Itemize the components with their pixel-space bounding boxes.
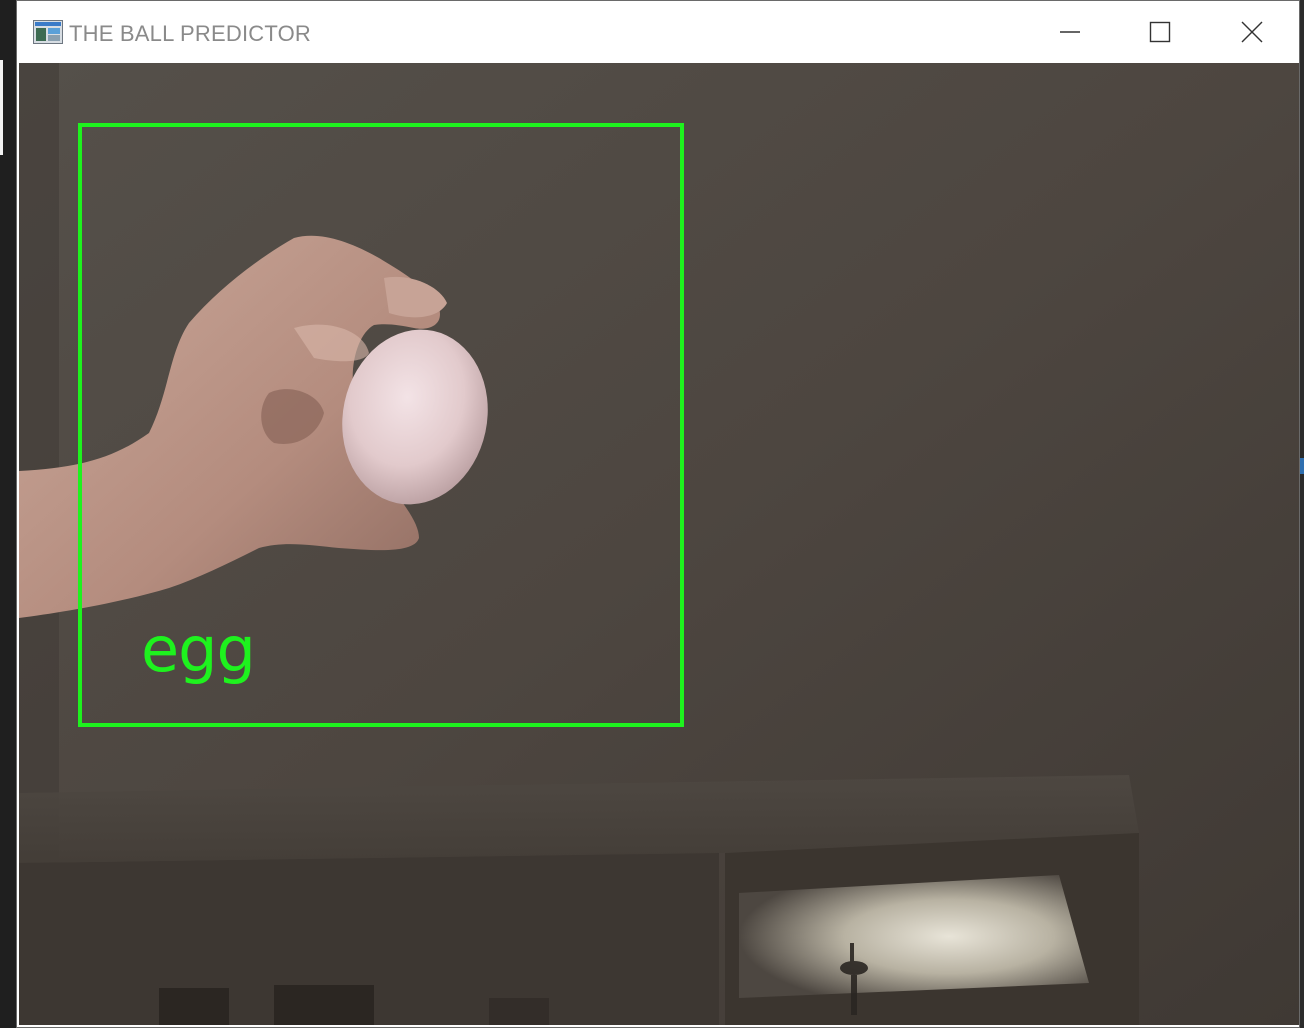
ceiling-light-glow (739, 875, 1089, 998)
title-bar[interactable]: THE BALL PREDICTOR (17, 1, 1299, 63)
close-icon (1241, 21, 1263, 43)
minimize-button[interactable] (1041, 9, 1099, 55)
camera-feed: egg (19, 63, 1299, 1025)
window-title: THE BALL PREDICTOR (69, 21, 311, 46)
camera-frame (19, 63, 1299, 1025)
app-window: THE BALL PREDICTOR egg (16, 0, 1300, 1028)
maximize-icon (1149, 21, 1171, 43)
close-button[interactable] (1223, 9, 1281, 55)
minimize-icon (1060, 31, 1080, 33)
maximize-button[interactable] (1131, 9, 1189, 55)
desktop-edge-marker (1300, 458, 1304, 474)
detection-label: egg (141, 613, 256, 686)
desktop-accent-bar (0, 60, 3, 155)
app-window-icon (33, 20, 63, 44)
